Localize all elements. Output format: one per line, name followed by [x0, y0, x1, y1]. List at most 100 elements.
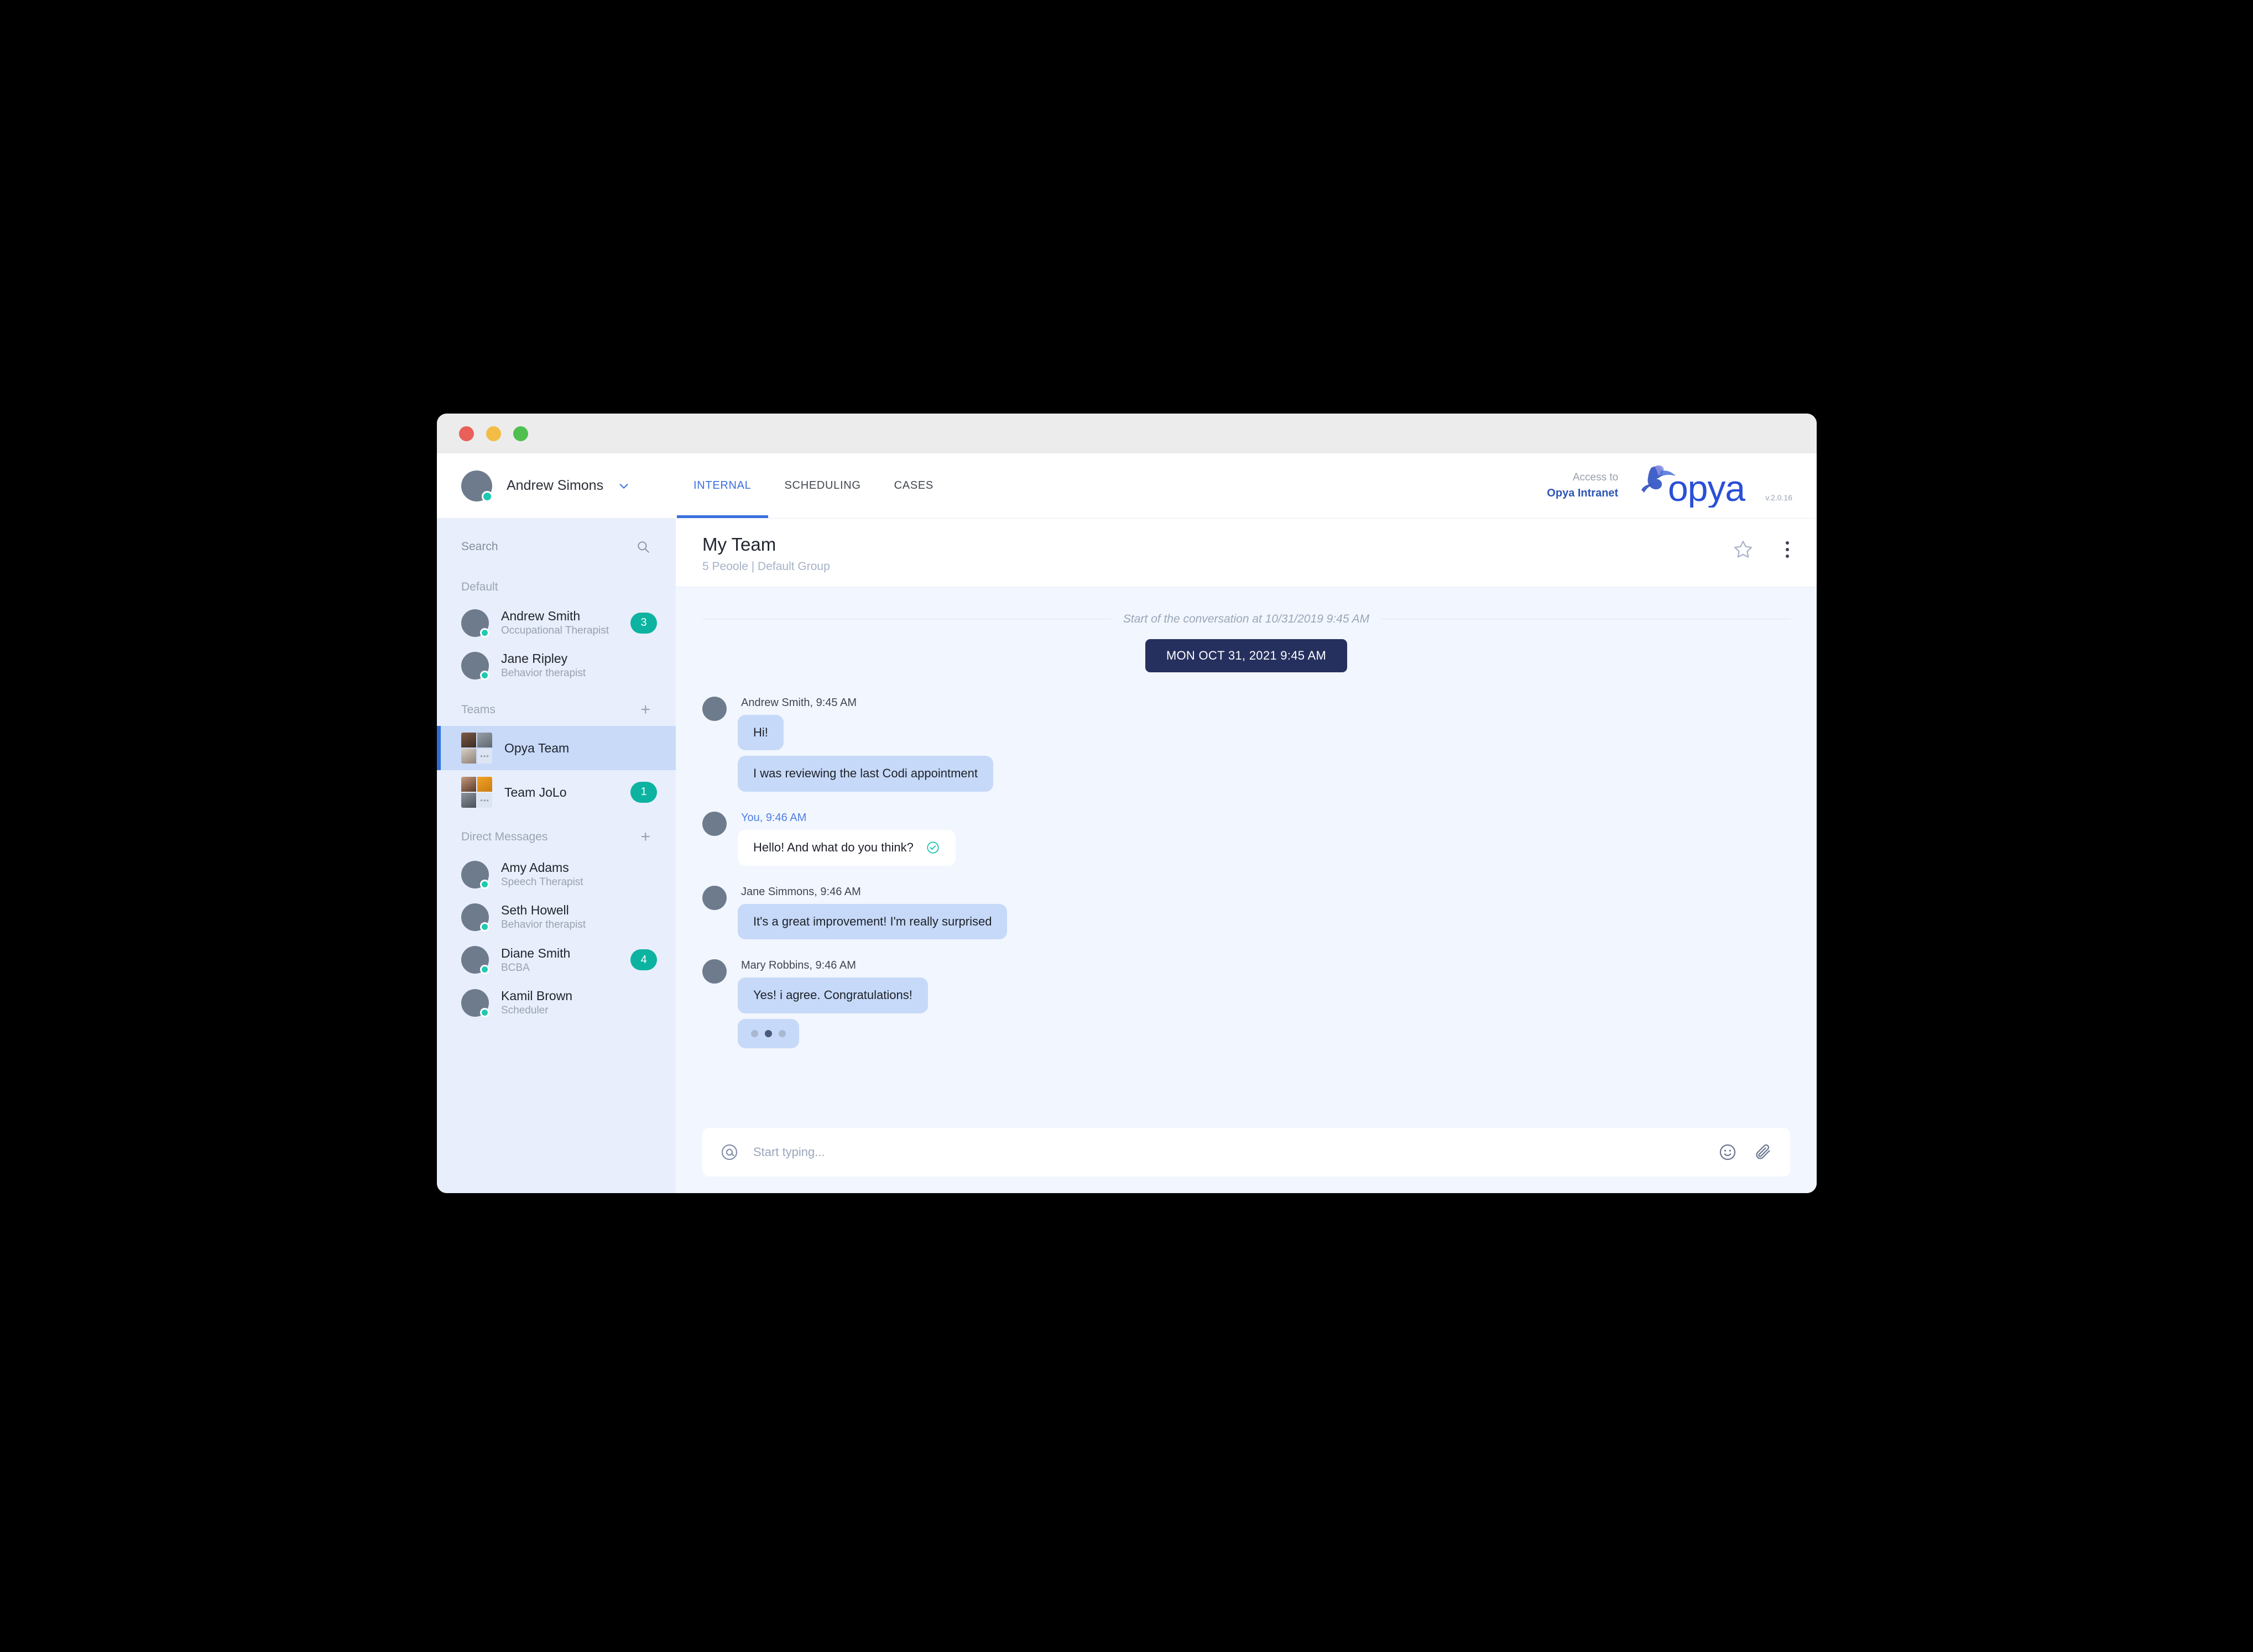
search-input[interactable]: [461, 540, 588, 553]
sidebar-item-meta: Seth Howell Behavior therapist: [501, 902, 657, 932]
window-titlebar: [437, 414, 1817, 453]
date-pill: MON OCT 31, 2021 9:45 AM: [1145, 639, 1348, 672]
chat-panel: My Team 5 Peoole | Default Group Start o…: [676, 519, 1817, 1193]
add-team-button[interactable]: +: [640, 701, 650, 718]
current-user-menu[interactable]: Andrew Simons: [461, 470, 677, 502]
sidebar-item-name: Seth Howell: [501, 903, 569, 918]
unread-badge: 1: [630, 781, 657, 803]
message-column: Mary Robbins, 9:46 AM Yes! i agree. Cong…: [738, 959, 928, 1048]
paperclip-icon[interactable]: [1754, 1143, 1772, 1162]
sidebar-item-meta: Opya Team: [504, 740, 657, 756]
sidebar-item-jane-ripley[interactable]: Jane Ripley Behavior therapist: [437, 644, 676, 687]
message-jane-simmons: Jane Simmons, 9:46 AM It's a great impro…: [702, 885, 1790, 945]
main-tabs: INTERNAL SCHEDULING CASES: [677, 453, 950, 518]
page-title: My Team: [702, 534, 776, 555]
sidebar-item-name: Amy Adams: [501, 860, 569, 875]
sidebar-item-opya-team[interactable]: Opya Team: [437, 725, 676, 770]
app-version: v.2.0.16: [1765, 493, 1792, 502]
tab-scheduling[interactable]: SCHEDULING: [768, 453, 878, 518]
sidebar-item-role: Scheduler: [501, 1004, 549, 1016]
sidebar-item-name: Team JoLo: [504, 785, 567, 799]
team-avatar-more: [477, 792, 492, 808]
current-user-name: Andrew Simons: [507, 478, 604, 493]
sidebar-item-role: Behavior therapist: [501, 919, 586, 931]
message-you: You, 9:46 AM Hello! And what do you thin…: [702, 812, 1790, 871]
sidebar-section-teams: Teams +: [437, 687, 676, 726]
message-author: Mary Robbins, 9:46 AM: [741, 959, 856, 972]
window-minimize-button[interactable]: [486, 426, 501, 441]
sidebar-item-meta: Diane Smith BCBA: [501, 945, 618, 975]
avatar: [461, 989, 489, 1017]
kebab-menu-icon[interactable]: [1785, 539, 1790, 561]
sidebar-item-meta: Amy Adams Speech Therapist: [501, 860, 657, 889]
online-status-dot: [480, 922, 489, 932]
access-label: Access to: [1572, 472, 1619, 484]
sidebar-item-andrew-smith[interactable]: Andrew Smith Occupational Therapist 3: [437, 602, 676, 644]
typing-dot: [751, 1029, 758, 1037]
section-title: Default: [461, 581, 498, 593]
online-status-dot: [480, 1007, 489, 1017]
sidebar-item-role: Speech Therapist: [501, 876, 583, 888]
typing-dot: [779, 1029, 786, 1037]
sidebar-item-amy-adams[interactable]: Amy Adams Speech Therapist: [437, 853, 676, 896]
sidebar-item-kamil-brown[interactable]: Kamil Brown Scheduler: [437, 981, 676, 1024]
opya-logo-icon: opya: [1641, 465, 1746, 508]
conversation-start-text: Start of the conversation at 10/31/2019 …: [1123, 612, 1370, 625]
message-bubble: It's a great improvement! I'm really sur…: [738, 903, 1008, 940]
online-status-dot: [480, 879, 489, 889]
intranet-access-link[interactable]: Access to Opya Intranet: [1547, 470, 1618, 501]
chat-header: My Team 5 Peoole | Default Group: [676, 519, 1817, 587]
unread-badge: 3: [630, 612, 657, 634]
avatar: [702, 812, 727, 837]
typing-dot: [765, 1029, 772, 1037]
sidebar-item-meta: Jane Ripley Behavior therapist: [501, 651, 657, 680]
sidebar-item-seth-howell[interactable]: Seth Howell Behavior therapist: [437, 896, 676, 938]
sidebar: Default Andrew Smith Occupational Therap…: [437, 519, 676, 1193]
message-bubble: Hello! And what do you think?: [738, 830, 956, 866]
message-input[interactable]: [753, 1145, 1704, 1159]
sidebar-item-meta: Andrew Smith Occupational Therapist: [501, 608, 618, 637]
avatar: [461, 609, 489, 637]
window-maximize-button[interactable]: [513, 426, 528, 441]
team-avatar-grid: [461, 776, 492, 808]
sidebar-section-direct-messages: Direct Messages +: [437, 814, 676, 853]
avatar: [702, 885, 727, 910]
sidebar-item-meta: Kamil Brown Scheduler: [501, 988, 657, 1017]
add-direct-message-button[interactable]: +: [640, 828, 650, 845]
sidebar-item-name: Jane Ripley: [501, 651, 568, 666]
chevron-down-icon[interactable]: [618, 480, 630, 492]
message-andrew-smith: Andrew Smith, 9:45 AM Hi! I was reviewin…: [702, 696, 1790, 797]
typing-indicator: [738, 1018, 799, 1048]
team-avatar-more: [477, 748, 492, 764]
window-close-button[interactable]: [459, 426, 474, 441]
message-bubble: Hi!: [738, 714, 784, 751]
sidebar-item-diane-smith[interactable]: Diane Smith BCBA 4: [437, 939, 676, 981]
tab-cases[interactable]: CASES: [878, 453, 950, 518]
app-body: Default Andrew Smith Occupational Therap…: [437, 519, 1817, 1193]
online-status-dot: [480, 671, 489, 681]
message-column: You, 9:46 AM Hello! And what do you thin…: [738, 812, 956, 871]
message-author: Andrew Smith, 9:45 AM: [741, 696, 857, 709]
opya-logo: opya v.2.0.16: [1633, 464, 1792, 508]
message-column: Jane Simmons, 9:46 AM It's a great impro…: [738, 886, 1008, 945]
avatar: [702, 696, 727, 721]
sidebar-item-role: Behavior therapist: [501, 667, 586, 679]
tab-internal[interactable]: INTERNAL: [677, 453, 768, 518]
message-mary-robbins: Mary Robbins, 9:46 AM Yes! i agree. Cong…: [702, 959, 1790, 1048]
message-column: Andrew Smith, 9:45 AM Hi! I was reviewin…: [738, 697, 993, 797]
brand-area: Access to Opya Intranet opya v.2.0.16: [1547, 464, 1792, 508]
sidebar-item-team-jolo[interactable]: Team JoLo 1: [437, 770, 676, 814]
star-icon[interactable]: [1733, 539, 1754, 560]
sidebar-search[interactable]: [437, 527, 676, 566]
sidebar-item-name: Opya Team: [504, 740, 570, 755]
message-composer[interactable]: [702, 1128, 1790, 1177]
avatar: [702, 959, 727, 984]
at-mention-icon[interactable]: [720, 1143, 739, 1162]
emoji-smiley-icon[interactable]: [1718, 1143, 1737, 1162]
chat-header-text: My Team 5 Peoole | Default Group: [702, 533, 830, 573]
avatar: [461, 946, 489, 975]
message-list: Start of the conversation at 10/31/2019 …: [676, 587, 1817, 1128]
message-bubble: I was reviewing the last Codi appointmen…: [738, 756, 993, 792]
message-author: You, 9:46 AM: [741, 812, 807, 824]
search-icon[interactable]: [636, 540, 650, 554]
